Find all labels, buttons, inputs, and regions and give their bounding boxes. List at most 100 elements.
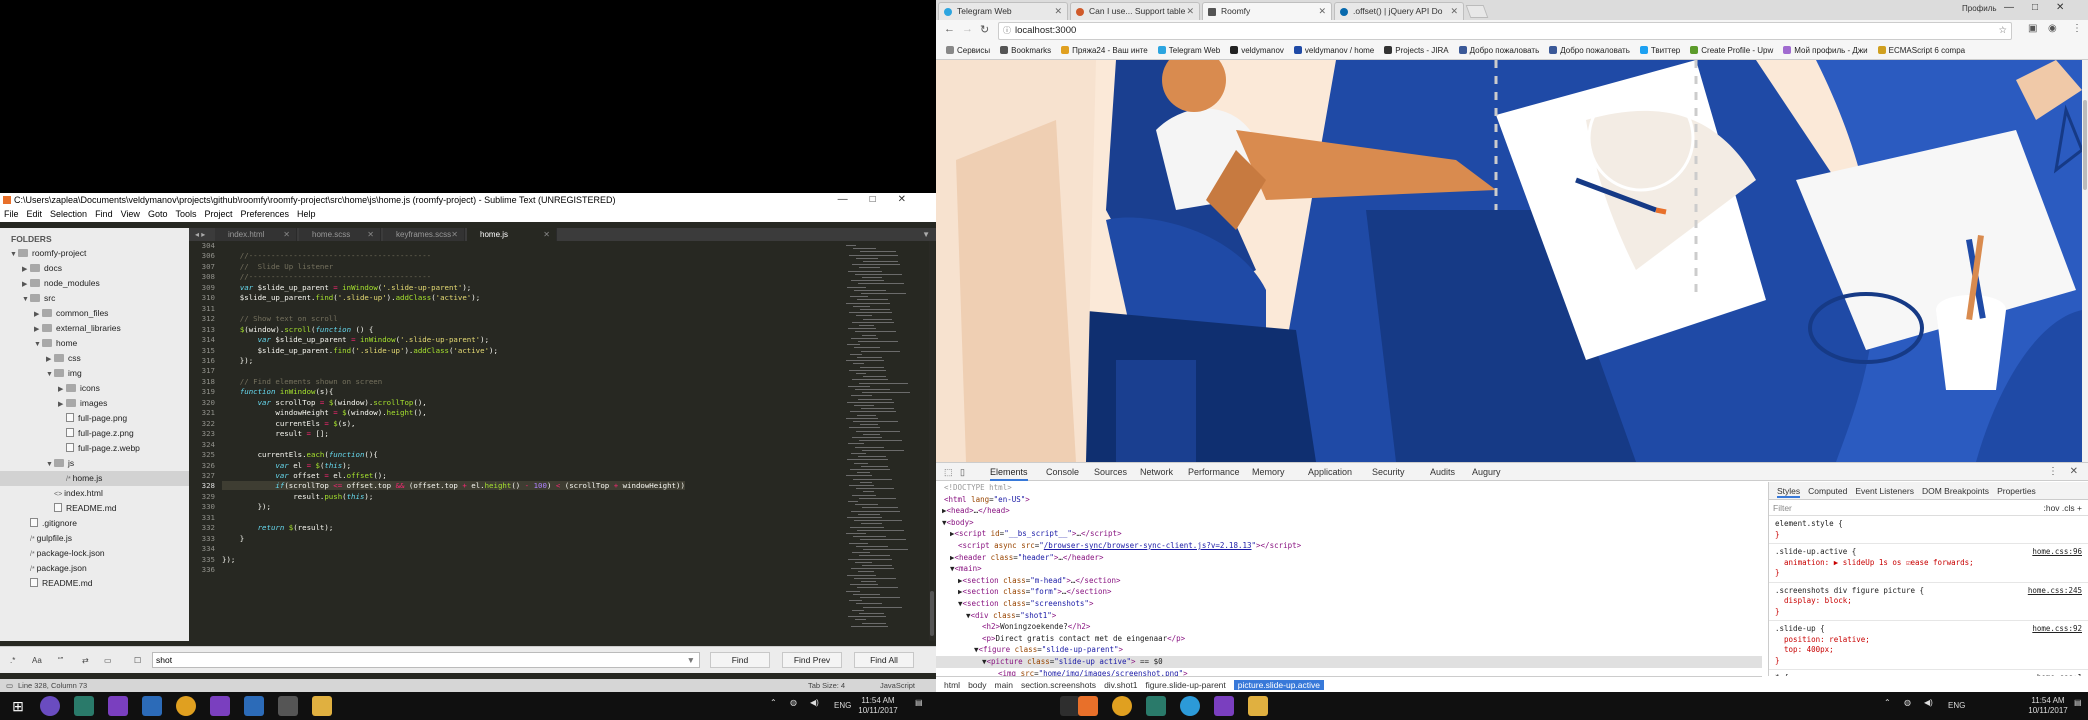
file-item[interactable]: README.md [0, 576, 189, 591]
chevron-right-icon[interactable]: ▶ [46, 352, 54, 367]
extension-icon[interactable]: ◉ [2048, 23, 2057, 34]
app-icon[interactable] [142, 696, 162, 716]
file-item[interactable]: /* home.js [0, 471, 189, 486]
extension-icon[interactable]: ▣ [2028, 23, 2037, 34]
menu-item[interactable]: File [4, 209, 19, 219]
bookmark-item[interactable]: Добро пожаловать [1549, 46, 1630, 55]
star-icon[interactable]: ☆ [1998, 23, 2007, 39]
editor-scrollbar[interactable] [929, 241, 935, 641]
chevron-down-icon[interactable]: ▼ [687, 653, 695, 667]
status-tab-size[interactable]: Tab Size: 4 [808, 679, 845, 692]
folder-item[interactable]: ▶ node_modules [0, 276, 189, 291]
skype-icon[interactable] [1180, 696, 1200, 716]
code-text[interactable]: //--------------------------------------… [222, 241, 685, 565]
styles-tab[interactable]: DOM Breakpoints [1922, 486, 1989, 496]
chevron-down-icon[interactable]: ▼ [22, 292, 30, 307]
sublime-text-icon[interactable] [1078, 696, 1098, 716]
breadcrumb-item[interactable]: figure.slide-up-parent [1145, 680, 1225, 690]
bookmark-item[interactable]: Telegram Web [1157, 46, 1220, 55]
devtools-tab-console[interactable]: Console [1046, 463, 1079, 481]
styles-tab[interactable]: Styles [1777, 486, 1801, 498]
folder-item[interactable]: ▼ img [0, 366, 189, 381]
menu-item[interactable]: Project [204, 209, 232, 219]
styles-tab[interactable]: Event Listeners [1855, 486, 1914, 496]
chevron-right-icon[interactable]: ▶ [34, 307, 42, 322]
bookmark-item[interactable]: Projects - JIRA [1384, 46, 1449, 55]
bookmark-item[interactable]: Bookmarks [1000, 46, 1051, 55]
rule-source-link[interactable]: home.css:96 [2032, 547, 2082, 558]
forward-icon[interactable]: → [962, 23, 973, 35]
whole-word-icon[interactable]: “” [58, 656, 63, 665]
bookmark-item[interactable]: veldymanov / home [1293, 46, 1374, 55]
highlight-icon[interactable]: ☐ [134, 656, 141, 665]
network-icon[interactable]: ◍ [790, 698, 797, 708]
tab-dropdown-icon[interactable]: ▼ [922, 228, 930, 241]
tray-chevron-icon[interactable]: ⌃ [770, 698, 777, 708]
breadcrumb-item[interactable]: section.screenshots [1021, 680, 1096, 690]
browser-tab-jquery[interactable]: .offset() | jQuery API Do ✕ [1334, 2, 1464, 20]
network-icon[interactable]: ◍ [1904, 698, 1911, 708]
visual-studio-icon[interactable] [1214, 696, 1234, 716]
devtools-tab-security[interactable]: Security [1372, 463, 1405, 481]
devtools-tab-elements[interactable]: Elements [990, 463, 1028, 481]
close-icon[interactable]: ✕ [1450, 3, 1458, 20]
app-icon[interactable] [176, 696, 196, 716]
styles-tab[interactable]: Properties [1997, 486, 2036, 496]
app-icon[interactable] [74, 696, 94, 716]
bookmark-item[interactable]: ECMAScript 6 compa [1877, 46, 1965, 55]
app-icon[interactable] [1146, 696, 1166, 716]
close-icon[interactable]: ✕ [2070, 463, 2078, 481]
menu-item[interactable]: Tools [175, 209, 196, 219]
status-syntax[interactable]: JavaScript [880, 679, 915, 692]
tab-home-js[interactable]: home.js ✕ [467, 228, 557, 241]
close-icon[interactable]: ✕ [367, 228, 374, 241]
file-item[interactable]: README.md [0, 501, 189, 516]
folder-item[interactable]: ▼ home [0, 336, 189, 351]
breadcrumb-item[interactable]: main [995, 680, 1013, 690]
styles-tab[interactable]: Computed [1808, 486, 1847, 496]
menu-icon[interactable]: ⋮ [2072, 23, 2082, 34]
devtools-tab-memory[interactable]: Memory [1252, 463, 1285, 481]
bookmark-item[interactable]: Мой профиль - Джи [1783, 46, 1868, 55]
profile-button[interactable]: Профиль [1962, 4, 1997, 13]
app-icon[interactable] [278, 696, 298, 716]
file-item[interactable]: /* gulpfile.js [0, 531, 189, 546]
visual-studio-icon[interactable] [210, 696, 230, 716]
new-tab-button[interactable] [1465, 5, 1489, 18]
chevron-right-icon[interactable]: ▶ [22, 277, 30, 292]
find-prev-button[interactable]: Find Prev [782, 652, 842, 668]
devtools-tab-application[interactable]: Application [1308, 463, 1352, 481]
browser-tab-telegram[interactable]: Telegram Web ✕ [938, 2, 1068, 20]
code-editor[interactable]: 304 306 307 308 309 310 311 312 313 314 315 316 317 3… [189, 241, 839, 641]
notifications-icon[interactable]: ▤ [2074, 698, 2082, 708]
volume-icon[interactable]: ◀) [810, 698, 819, 708]
file-explorer-icon[interactable] [312, 696, 332, 716]
devtools-tab-audits[interactable]: Audits [1430, 463, 1455, 481]
chevron-right-icon[interactable]: ▶ [58, 397, 66, 412]
elements-tree[interactable]: <!DOCTYPE html> <html lang="en-US"> ▶<he… [936, 482, 1762, 676]
browser-tab-caniuse[interactable]: Can I use... Support table ✕ [1070, 2, 1200, 20]
devtools-tab-augury[interactable]: Augury [1472, 463, 1501, 481]
back-icon[interactable]: ← [944, 23, 955, 35]
volume-icon[interactable]: ◀) [1924, 698, 1933, 708]
windows-start-icon[interactable]: ⊞ [8, 696, 28, 716]
styles-filter-input[interactable]: Filter:hov .cls + [1769, 500, 2088, 516]
find-all-button[interactable]: Find All [854, 652, 914, 668]
file-item[interactable]: /* package.json [0, 561, 189, 576]
folder-item[interactable]: ▶ docs [0, 261, 189, 276]
inspect-icon[interactable]: ⬚ [944, 463, 953, 481]
folder-item[interactable]: ▶ css [0, 351, 189, 366]
case-toggle-icon[interactable]: Aa [32, 656, 42, 665]
menu-item[interactable]: Preferences [240, 209, 289, 219]
browser-icon[interactable] [40, 696, 60, 716]
minimap[interactable] [842, 241, 928, 641]
find-button[interactable]: Find [710, 652, 770, 668]
tab-nav-arrows-icon[interactable]: ◂ ▸ [195, 228, 205, 241]
close-icon[interactable]: ✕ [1318, 3, 1326, 20]
file-item[interactable]: <> index.html [0, 486, 189, 501]
chevron-down-icon[interactable]: ▼ [46, 457, 54, 472]
more-icon[interactable]: ⋮ [2048, 463, 2058, 481]
tab-home-scss[interactable]: home.scss ✕ [299, 228, 381, 241]
chevron-down-icon[interactable]: ▼ [10, 247, 18, 262]
regex-toggle-icon[interactable]: .* [10, 656, 15, 665]
